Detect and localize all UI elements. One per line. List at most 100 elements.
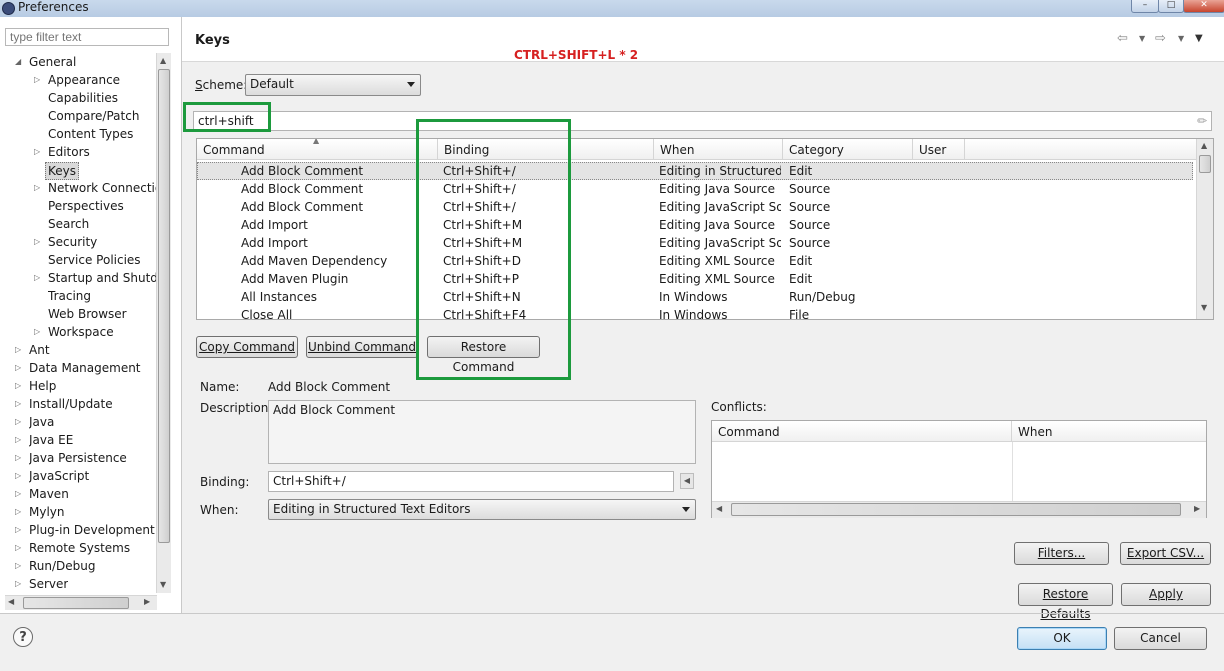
tree-item[interactable]: Tracing bbox=[48, 287, 91, 305]
conflicts-horizontal-scrollbar[interactable]: ◀ ▶ bbox=[712, 501, 1206, 518]
tree-item[interactable]: Editors bbox=[48, 143, 90, 161]
tree-item[interactable]: Plug-in Development bbox=[29, 521, 155, 539]
filter-input[interactable] bbox=[5, 28, 169, 46]
table-vertical-scrollbar[interactable]: ▲ ▼ bbox=[1196, 139, 1213, 319]
forward-menu-chevron-icon[interactable]: ▼ bbox=[1178, 34, 1184, 43]
collapsed-arrow-icon[interactable]: ▷ bbox=[15, 345, 21, 354]
tree-item[interactable]: Web Browser bbox=[48, 305, 127, 323]
scroll-up-icon[interactable]: ▲ bbox=[160, 56, 166, 65]
help-icon[interactable]: ? bbox=[13, 627, 33, 647]
tree-vertical-scrollbar[interactable]: ▲ ▼ bbox=[156, 53, 171, 593]
tree-item[interactable]: Help bbox=[29, 377, 56, 395]
restore-defaults-button[interactable]: Restore Defaults bbox=[1018, 583, 1113, 621]
tree-item[interactable]: Appearance bbox=[48, 71, 120, 89]
maximize-icon[interactable]: □ bbox=[1158, 0, 1184, 13]
column-header-category[interactable]: Category bbox=[783, 139, 913, 160]
scroll-left-icon[interactable]: ◀ bbox=[716, 504, 722, 513]
scroll-up-icon[interactable]: ▲ bbox=[1201, 141, 1207, 150]
collapsed-arrow-icon[interactable]: ▷ bbox=[15, 363, 21, 372]
conflicts-column-command[interactable]: Command bbox=[712, 421, 1012, 442]
close-icon[interactable]: ✕ bbox=[1183, 0, 1224, 13]
conflicts-h-thumb[interactable] bbox=[731, 503, 1181, 516]
collapsed-arrow-icon[interactable]: ▷ bbox=[15, 579, 21, 588]
apply-button[interactable]: Apply bbox=[1121, 583, 1211, 606]
back-menu-chevron-icon[interactable]: ▼ bbox=[1139, 34, 1145, 43]
description-field[interactable]: Add Block Comment bbox=[268, 400, 696, 464]
window-titlebar[interactable]: Preferences – □ ✕ bbox=[0, 0, 1224, 18]
tree-item[interactable]: General bbox=[29, 53, 76, 71]
tree-horizontal-scrollbar[interactable]: ◀ ▶ bbox=[5, 595, 157, 610]
collapsed-arrow-icon[interactable]: ▷ bbox=[34, 183, 40, 192]
scroll-left-icon[interactable]: ◀ bbox=[8, 597, 14, 606]
collapsed-arrow-icon[interactable]: ▷ bbox=[15, 561, 21, 570]
collapsed-arrow-icon[interactable]: ▷ bbox=[15, 435, 21, 444]
tree-item[interactable]: Keys bbox=[45, 162, 80, 180]
tree-item[interactable]: Server bbox=[29, 575, 68, 593]
collapsed-arrow-icon[interactable]: ▷ bbox=[15, 399, 21, 408]
tree-item[interactable]: Content Types bbox=[48, 125, 133, 143]
forward-icon[interactable]: ⇨ bbox=[1155, 31, 1166, 46]
collapsed-arrow-icon[interactable]: ▷ bbox=[34, 75, 40, 84]
scroll-thumb[interactable] bbox=[158, 69, 170, 543]
tree-item[interactable]: Compare/Patch bbox=[48, 107, 139, 125]
scheme-dropdown[interactable]: Default bbox=[245, 74, 421, 96]
collapsed-arrow-icon[interactable]: ▷ bbox=[15, 453, 21, 462]
tree-item[interactable]: Perspectives bbox=[48, 197, 124, 215]
tree-item[interactable]: Startup and Shutdow bbox=[48, 269, 156, 287]
tree-item[interactable]: Run/Debug bbox=[29, 557, 96, 575]
tree-item[interactable]: Search bbox=[48, 215, 89, 233]
collapsed-arrow-icon[interactable]: ▷ bbox=[15, 381, 21, 390]
h-scroll-thumb[interactable] bbox=[23, 597, 129, 609]
collapsed-arrow-icon[interactable]: ▷ bbox=[15, 525, 21, 534]
collapsed-arrow-icon[interactable]: ▷ bbox=[15, 489, 21, 498]
when-dropdown[interactable]: Editing in Structured Text Editors bbox=[268, 499, 696, 520]
table-scroll-thumb[interactable] bbox=[1199, 155, 1211, 173]
column-header-user[interactable]: User bbox=[913, 139, 965, 160]
tree-item[interactable]: Security bbox=[48, 233, 97, 251]
tree-item[interactable]: Service Policies bbox=[48, 251, 141, 269]
filters-button[interactable]: Filters... bbox=[1014, 542, 1109, 565]
column-header-when[interactable]: When bbox=[654, 139, 783, 160]
tree-item[interactable]: Mylyn bbox=[29, 503, 65, 521]
back-icon[interactable]: ⇦ bbox=[1117, 31, 1128, 46]
tree-item[interactable]: Install/Update bbox=[29, 395, 113, 413]
collapsed-arrow-icon[interactable]: ▷ bbox=[34, 273, 40, 282]
view-menu-icon[interactable]: ▼ bbox=[1195, 33, 1203, 44]
scroll-down-icon[interactable]: ▼ bbox=[160, 580, 166, 589]
tree-item[interactable]: Network Connection bbox=[48, 179, 156, 197]
collapsed-arrow-icon[interactable]: ▷ bbox=[34, 147, 40, 156]
unbind-command-button[interactable]: Unbind Command bbox=[306, 336, 418, 358]
clear-search-icon[interactable]: ✏ bbox=[1197, 114, 1207, 128]
conflicts-table[interactable]: Command When ◀ ▶ bbox=[711, 420, 1207, 518]
collapsed-arrow-icon[interactable]: ▷ bbox=[34, 327, 40, 336]
tree-item[interactable]: Capabilities bbox=[48, 89, 118, 107]
copy-command-button[interactable]: Copy Command bbox=[196, 336, 298, 358]
binding-field[interactable]: Ctrl+Shift+/ bbox=[268, 471, 674, 492]
export-csv-button[interactable]: Export CSV... bbox=[1120, 542, 1211, 565]
tree-item[interactable]: Data Management bbox=[29, 359, 141, 377]
minimize-icon[interactable]: – bbox=[1131, 0, 1159, 13]
keys-table[interactable]: Command ▲ Binding When Category User Add… bbox=[196, 138, 1214, 320]
tree-item[interactable]: Workspace bbox=[48, 323, 114, 341]
binding-search-input[interactable]: ctrl+shift ✏ bbox=[193, 111, 1212, 131]
collapsed-arrow-icon[interactable]: ▷ bbox=[15, 471, 21, 480]
tree-item[interactable]: Java Persistence bbox=[29, 449, 127, 467]
scroll-down-icon[interactable]: ▼ bbox=[1201, 303, 1207, 312]
tree-item[interactable]: Maven bbox=[29, 485, 69, 503]
collapsed-arrow-icon[interactable]: ▷ bbox=[15, 417, 21, 426]
scroll-right-icon[interactable]: ▶ bbox=[144, 597, 150, 606]
tree-item[interactable]: Java bbox=[29, 413, 54, 431]
collapsed-arrow-icon[interactable]: ▷ bbox=[15, 543, 21, 552]
tree-item[interactable]: JavaScript bbox=[29, 467, 89, 485]
tree-item[interactable]: Ant bbox=[29, 341, 50, 359]
expanded-arrow-icon[interactable]: ◢ bbox=[15, 57, 21, 66]
ok-button[interactable]: OK bbox=[1017, 627, 1107, 650]
tree-item[interactable]: Remote Systems bbox=[29, 539, 130, 557]
binding-menu-icon[interactable]: ◀ bbox=[680, 473, 694, 489]
collapsed-arrow-icon[interactable]: ▷ bbox=[15, 507, 21, 516]
conflicts-column-when[interactable]: When bbox=[1012, 421, 1206, 442]
tree-item[interactable]: Java EE bbox=[29, 431, 73, 449]
scroll-right-icon[interactable]: ▶ bbox=[1194, 504, 1200, 513]
collapsed-arrow-icon[interactable]: ▷ bbox=[34, 237, 40, 246]
cancel-button[interactable]: Cancel bbox=[1114, 627, 1207, 650]
